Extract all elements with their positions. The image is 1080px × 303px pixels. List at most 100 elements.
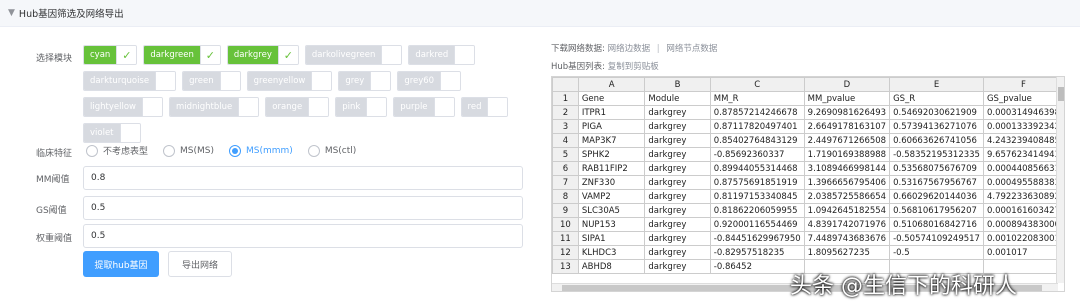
- table-cell[interactable]: 0.000314946398: [982, 105, 1064, 120]
- module-checkbox-green[interactable]: green: [182, 71, 241, 91]
- module-checkbox-midnightblue[interactable]: midnightblue: [168, 97, 260, 117]
- panel-header[interactable]: ▼ Hub基因筛选及网络导出: [0, 0, 1080, 27]
- table-cell[interactable]: darkgrey: [644, 147, 711, 162]
- table-cell[interactable]: -0.82957518235: [709, 245, 805, 260]
- copy-to-clipboard-link[interactable]: 复制到剪贴板: [608, 62, 659, 72]
- table-cell[interactable]: darkgrey: [644, 105, 711, 120]
- table-cell[interactable]: ITPR1: [577, 105, 646, 120]
- table-cell[interactable]: -0.5: [889, 245, 984, 260]
- row-number[interactable]: 4: [552, 133, 579, 148]
- table-cell[interactable]: MAP3K7: [577, 133, 646, 148]
- gs-threshold-input[interactable]: 0.5: [83, 196, 523, 220]
- table-cell[interactable]: GS_pvalue: [982, 91, 1064, 106]
- table-cell[interactable]: 0.54692030621909: [889, 105, 984, 120]
- table-cell[interactable]: 0.53568075676709: [889, 161, 984, 176]
- radio-circle[interactable]: [307, 144, 320, 157]
- table-cell[interactable]: 0.66029620144036: [889, 189, 984, 204]
- module-checkbox-grey60[interactable]: grey60: [397, 71, 462, 91]
- table-cell[interactable]: 0.60663626741056: [889, 133, 984, 148]
- table-cell[interactable]: 9.657623414943: [982, 147, 1064, 162]
- nodes-data-link[interactable]: 网络节点数据: [666, 44, 717, 54]
- module-checkbox-grey[interactable]: grey: [338, 71, 392, 91]
- table-cell[interactable]: 2.0385725586654: [803, 189, 891, 204]
- table-cell[interactable]: darkgrey: [644, 161, 711, 176]
- table-cell[interactable]: 4.8391742071976: [803, 217, 891, 232]
- table-cell[interactable]: 0.000894383000: [982, 217, 1064, 232]
- vertical-scrollbar[interactable]: [1056, 77, 1064, 283]
- table-cell[interactable]: PIGA: [577, 119, 646, 134]
- row-number[interactable]: 7: [552, 175, 579, 190]
- table-cell[interactable]: VAMP2: [577, 189, 646, 204]
- module-checkbox-violet[interactable]: violet: [83, 123, 141, 143]
- row-number[interactable]: 2: [552, 105, 579, 120]
- table-cell[interactable]: 4.792233630892: [982, 189, 1064, 204]
- table-cell[interactable]: darkgrey: [644, 203, 711, 218]
- table-cell[interactable]: 0.87575691851919: [709, 175, 805, 190]
- table-cell[interactable]: darkgrey: [644, 175, 711, 190]
- row-number[interactable]: 9: [552, 203, 579, 218]
- table-cell[interactable]: 4.243239408485: [982, 133, 1064, 148]
- table-cell[interactable]: NUP153: [577, 217, 646, 232]
- table-cell[interactable]: -0.58352195312335: [889, 147, 984, 162]
- table-cell[interactable]: 0.81197153340845: [709, 189, 805, 204]
- row-number[interactable]: 10: [552, 217, 579, 232]
- export-network-button[interactable]: 导出网络: [168, 251, 232, 277]
- checkbox-box[interactable]: [308, 98, 329, 116]
- table-cell[interactable]: 0.57394136271076: [889, 119, 984, 134]
- table-cell[interactable]: 3.1089466998144: [803, 161, 891, 176]
- module-checkbox-orange[interactable]: orange: [265, 97, 330, 117]
- module-checkbox-greenyellow[interactable]: greenyellow: [246, 71, 333, 91]
- table-cell[interactable]: Module: [644, 91, 711, 106]
- table-cell[interactable]: -0.84451629967950: [709, 231, 805, 246]
- checkbox-box[interactable]: [454, 46, 475, 64]
- clinical-radio-option[interactable]: MS(mmm): [229, 144, 293, 157]
- column-letter[interactable]: C: [709, 77, 805, 92]
- table-cell[interactable]: 1.0942645182554: [803, 203, 891, 218]
- table-cell[interactable]: 0.92000116554469: [709, 217, 805, 232]
- mm-threshold-input[interactable]: 0.8: [83, 166, 523, 190]
- table-cell[interactable]: 1.8095627235: [803, 245, 891, 260]
- table-cell[interactable]: KLHDC3: [577, 245, 646, 260]
- row-number[interactable]: 12: [552, 245, 579, 260]
- clinical-radio-option[interactable]: MS(MS): [163, 144, 214, 157]
- table-cell[interactable]: 0.89944055314468: [709, 161, 805, 176]
- radio-circle[interactable]: [163, 144, 176, 157]
- table-cell[interactable]: 0.000133392342: [982, 119, 1064, 134]
- checkbox-box[interactable]: [311, 72, 332, 90]
- module-checkbox-purple[interactable]: purple: [393, 97, 455, 117]
- table-cell[interactable]: ZNF330: [577, 175, 646, 190]
- table-cell[interactable]: 2.6649178163107: [803, 119, 891, 134]
- table-cell[interactable]: 0.51068016842716: [889, 217, 984, 232]
- table-cell[interactable]: 0.000161603427: [982, 203, 1064, 218]
- table-cell[interactable]: 1.7190169388988: [803, 147, 891, 162]
- row-number[interactable]: 6: [552, 161, 579, 176]
- table-cell[interactable]: ABHD8: [577, 259, 646, 274]
- edges-data-link[interactable]: 网络边数据: [608, 44, 651, 54]
- column-letter[interactable]: A: [577, 77, 646, 92]
- module-checkbox-darkgreen[interactable]: darkgreen ✓: [143, 45, 221, 65]
- table-cell[interactable]: SLC30A5: [577, 203, 646, 218]
- module-checkbox-darkgrey[interactable]: darkgrey ✓: [226, 45, 299, 65]
- table-cell[interactable]: -0.50574109249517: [889, 231, 984, 246]
- table-cell[interactable]: 7.4489743683676: [803, 231, 891, 246]
- table-cell[interactable]: GS_R: [889, 91, 984, 106]
- column-letter[interactable]: E: [889, 77, 984, 92]
- checkbox-box[interactable]: [219, 72, 240, 90]
- column-letter[interactable]: B: [644, 77, 711, 92]
- table-cell[interactable]: darkgrey: [644, 259, 711, 274]
- table-cell[interactable]: 0.000440856631: [982, 161, 1064, 176]
- checkbox-box[interactable]: [155, 72, 176, 90]
- column-letter[interactable]: D: [803, 77, 891, 92]
- module-checkbox-darkolivegreen[interactable]: darkolivegreen: [304, 45, 403, 65]
- table-cell[interactable]: darkgrey: [644, 189, 711, 204]
- table-cell[interactable]: 0.001017: [982, 245, 1064, 260]
- checkbox-box[interactable]: [433, 98, 454, 116]
- check-icon[interactable]: ✓: [199, 46, 220, 64]
- row-number[interactable]: 3: [552, 119, 579, 134]
- table-cell[interactable]: 0.001022083001: [982, 231, 1064, 246]
- table-cell[interactable]: darkgrey: [644, 119, 711, 134]
- chevron-down-icon[interactable]: ▼: [8, 8, 15, 18]
- checkbox-box[interactable]: [440, 72, 461, 90]
- radio-circle[interactable]: [86, 144, 98, 157]
- row-number[interactable]: 5: [552, 147, 579, 162]
